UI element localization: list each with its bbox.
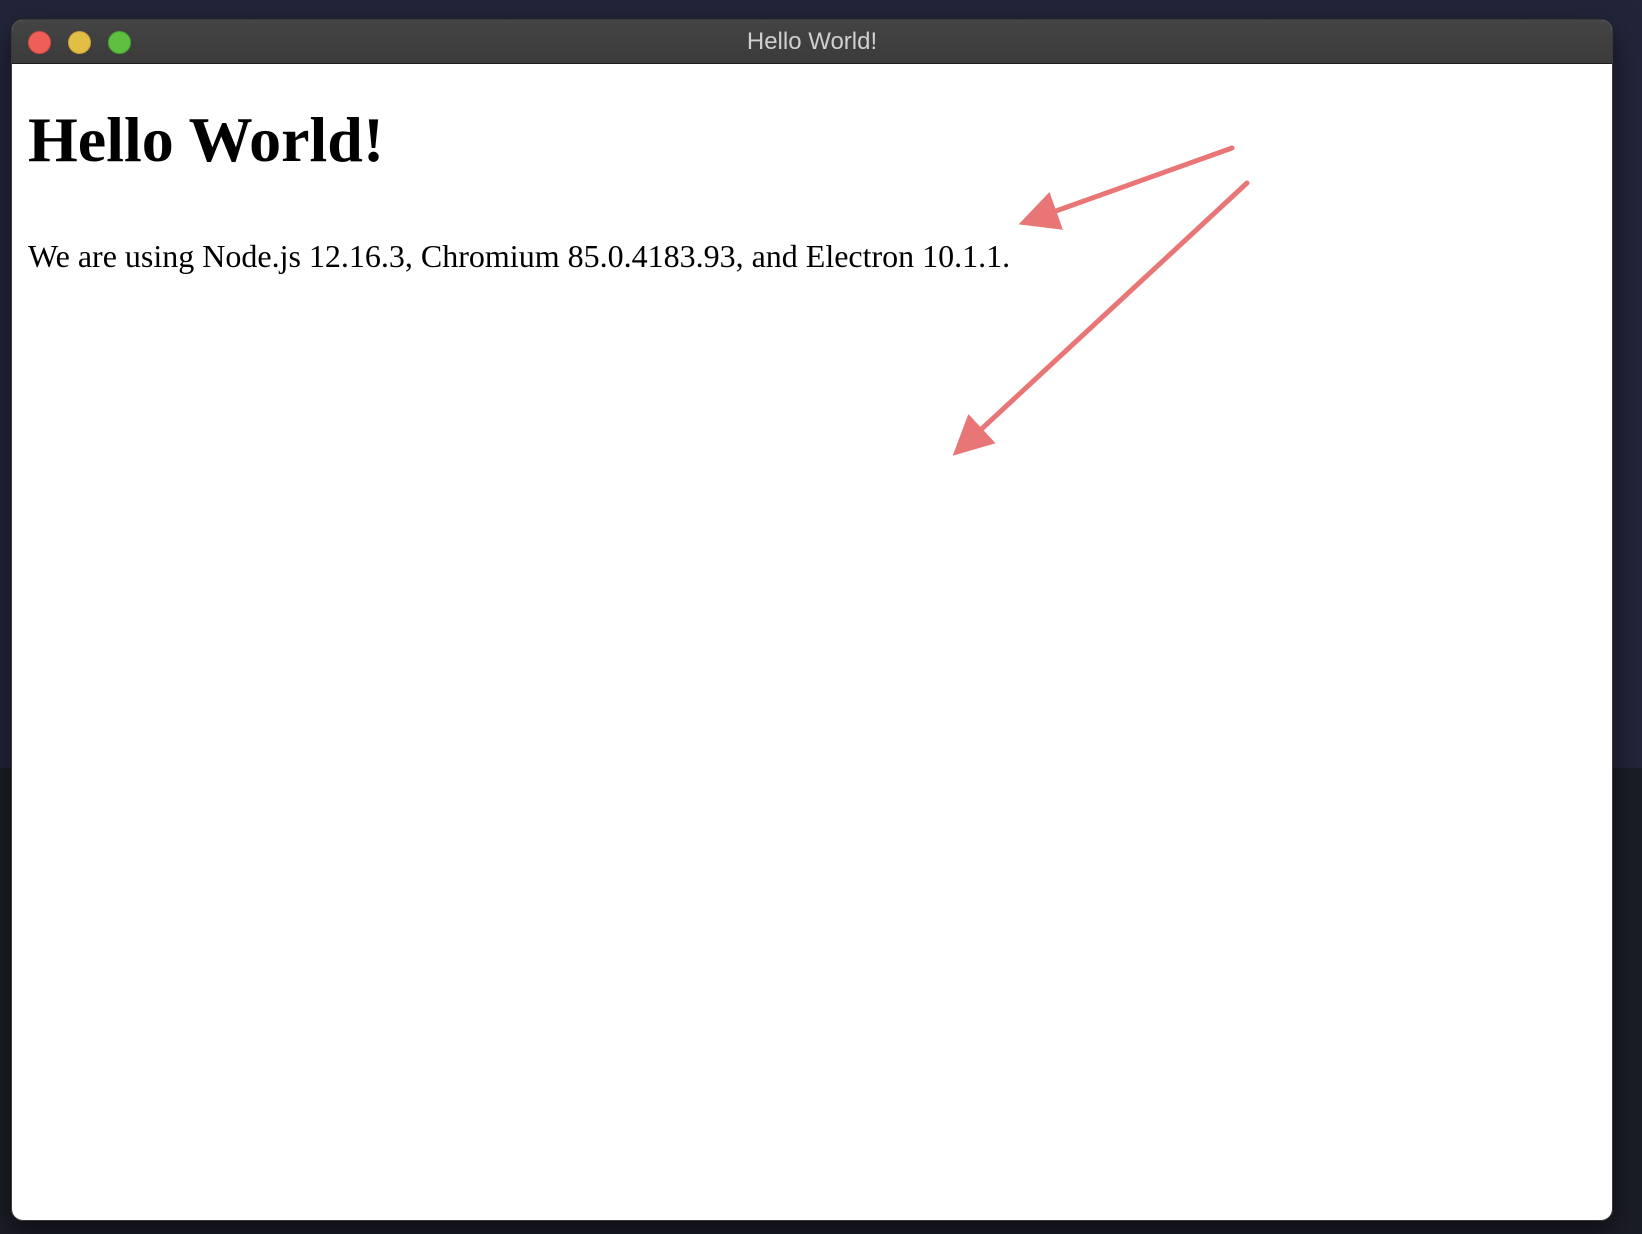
page-heading: Hello World!	[28, 104, 385, 175]
window-titlebar[interactable]: Hello World!	[12, 20, 1612, 64]
window-title: Hello World!	[746, 28, 878, 55]
versions-text: We are using Node.js 12.16.3, Chromium 8…	[28, 238, 1011, 274]
app-window: Hello World! Hello World! We are using N…	[12, 20, 1612, 1220]
